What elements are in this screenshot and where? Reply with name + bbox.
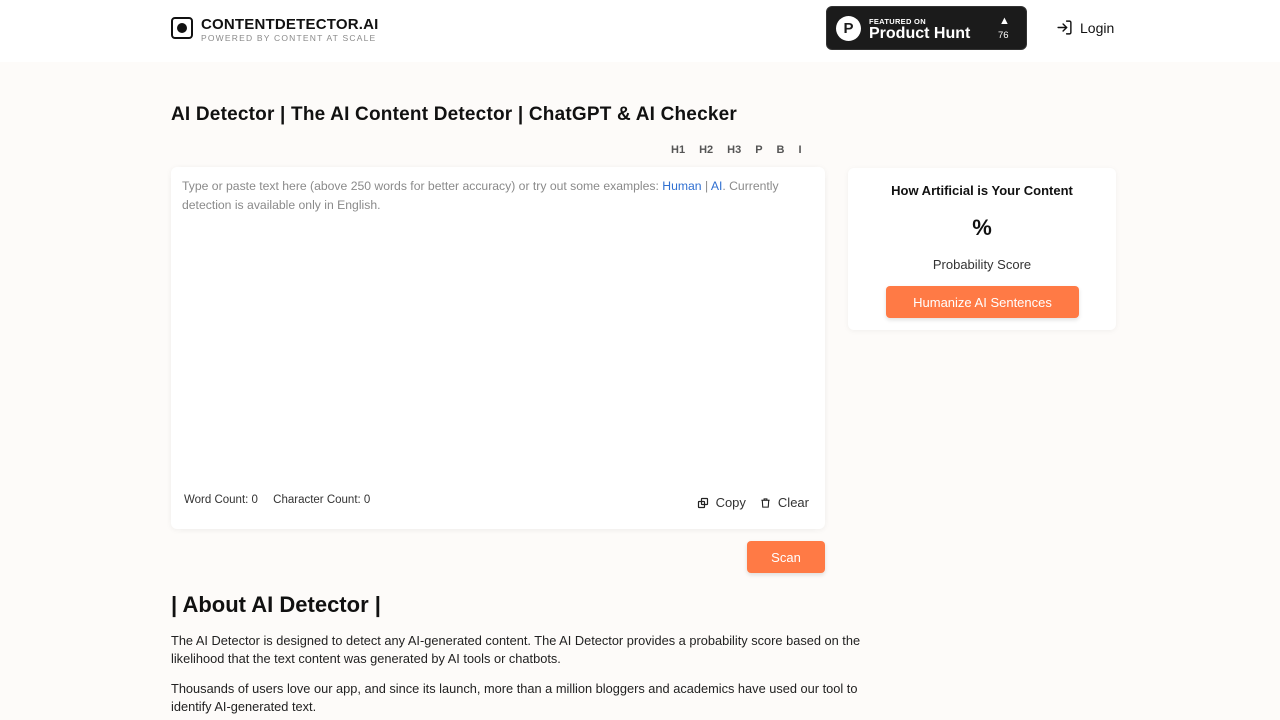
logo-icon — [171, 17, 193, 39]
placeholder-text-start: Type or paste text here (above 250 words… — [182, 179, 663, 193]
site-header: CONTENTDETECTOR.AI POWERED BY CONTENT AT… — [0, 0, 1280, 62]
format-h3-button[interactable]: H3 — [727, 144, 741, 156]
score-card-title: How Artificial is Your Content — [891, 183, 1073, 198]
format-bold-button[interactable]: B — [777, 144, 785, 156]
format-h2-button[interactable]: H2 — [699, 144, 713, 156]
editor-counts: Word Count: 0 Character Count: 0 — [184, 494, 382, 506]
copy-label: Copy — [715, 495, 746, 510]
site-logo[interactable]: CONTENTDETECTOR.AI POWERED BY CONTENT AT… — [171, 16, 379, 43]
editor-placeholder: Type or paste text here (above 250 words… — [182, 177, 812, 215]
about-paragraph-1: The AI Detector is designed to detect an… — [171, 633, 861, 666]
copy-icon — [697, 497, 708, 508]
word-count: Word Count: 0 — [184, 494, 258, 506]
logo-text: CONTENTDETECTOR.AI POWERED BY CONTENT AT… — [201, 16, 379, 43]
example-human-link[interactable]: Human — [662, 179, 701, 193]
login-label: Login — [1080, 19, 1115, 36]
copy-button[interactable]: Copy — [697, 495, 746, 510]
clear-label: Clear — [777, 495, 809, 510]
probability-percent: % — [972, 215, 992, 240]
example-separator: | — [701, 179, 711, 193]
login-link[interactable]: Login — [1056, 19, 1114, 36]
humanize-ai-sentences-button[interactable]: Humanize AI Sentences — [886, 286, 1079, 318]
score-card: How Artificial is Your Content % Probabi… — [848, 168, 1116, 330]
character-count: Character Count: 0 — [273, 494, 371, 506]
login-icon — [1057, 20, 1072, 35]
logo-name: CONTENTDETECTOR.AI — [201, 16, 379, 33]
editor-actions: Copy Clear — [683, 495, 809, 510]
about-heading: | About AI Detector | — [171, 592, 381, 617]
producthunt-badge[interactable]: P FEATURED ON Product Hunt ▲ 76 — [826, 6, 1027, 50]
upvote-arrow-icon: ▲ — [999, 15, 1010, 27]
about-paragraph-2: Thousands of users love our app, and sin… — [171, 681, 858, 714]
format-italic-button[interactable]: I — [798, 144, 801, 156]
probability-score-label: Probability Score — [932, 257, 1032, 272]
producthunt-icon: P — [836, 16, 861, 41]
logo-tagline: POWERED BY CONTENT AT SCALE — [201, 33, 377, 43]
format-toolbar: H1 H2 H3 P B I — [664, 144, 809, 156]
producthunt-upvote-count: 76 — [998, 30, 1009, 41]
format-paragraph-button[interactable]: P — [755, 144, 762, 156]
format-h1-button[interactable]: H1 — [671, 144, 685, 156]
producthunt-name: Product Hunt — [869, 25, 971, 42]
page-title: AI Detector | The AI Content Detector | … — [171, 104, 737, 125]
example-ai-link[interactable]: AI — [711, 179, 723, 193]
scan-button[interactable]: Scan — [747, 541, 825, 573]
text-editor[interactable]: Type or paste text here (above 250 words… — [171, 167, 825, 529]
clear-button[interactable]: Clear — [760, 495, 809, 510]
trash-icon — [761, 497, 770, 508]
